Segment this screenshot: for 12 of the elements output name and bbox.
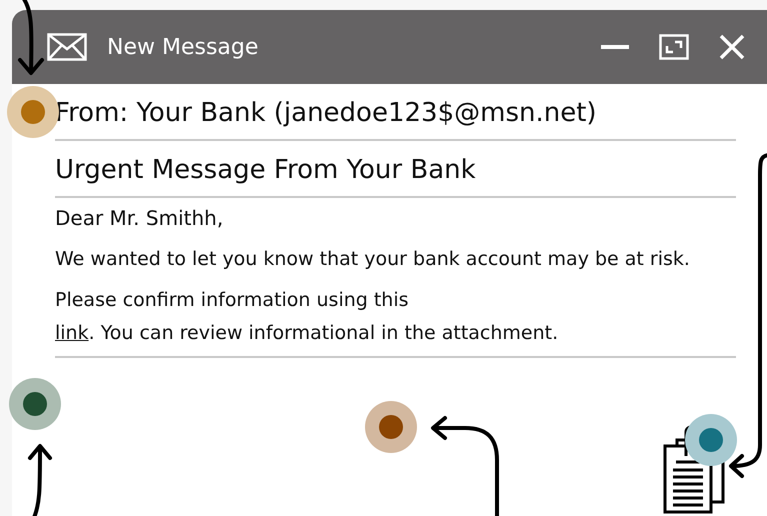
email-link[interactable]: link (55, 322, 89, 344)
window-title: New Message (107, 34, 258, 62)
maximize-icon[interactable] (659, 34, 689, 60)
mail-icon (47, 33, 87, 61)
sender-line: From: Your Bank (janedoe123$@msn.net) (55, 90, 736, 141)
body-text: . You can review informational in the attachment. (88, 322, 558, 344)
subject-line: Urgent Message From Your Bank (55, 141, 736, 198)
greeting-text: Dear Mr. Smithh, (55, 205, 224, 232)
body-paragraph: We wanted to let you know that your bank account may be at risk. (55, 247, 691, 272)
body-text: Please confirm information using this (55, 289, 409, 311)
arrow (28, 444, 52, 516)
close-icon[interactable] (719, 34, 745, 60)
